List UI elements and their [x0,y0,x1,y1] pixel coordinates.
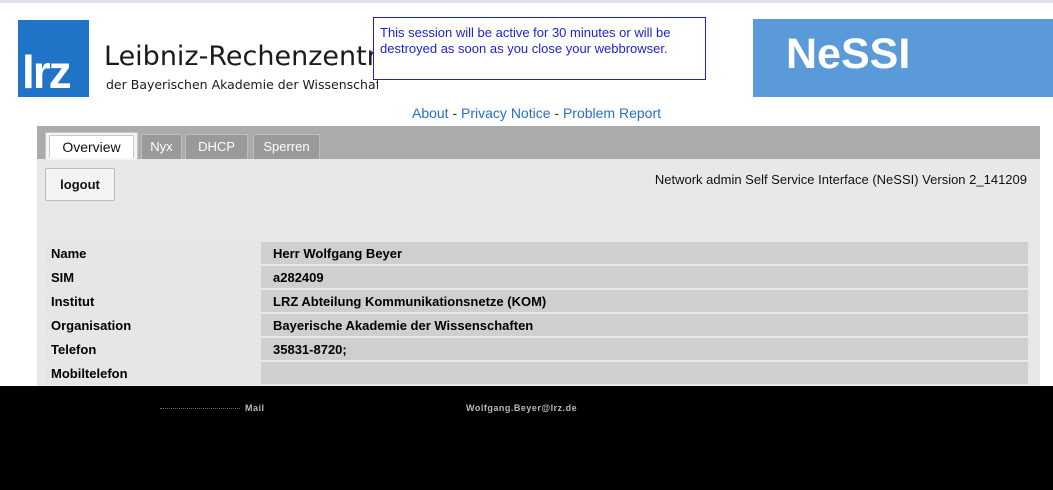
top-rule [0,0,1053,3]
tab-overview[interactable]: Overview [45,132,138,160]
lrz-logo-text: lrz [22,46,72,98]
privacy-notice-link[interactable]: Privacy Notice [461,105,550,121]
tab-overview-label: Overview [49,135,134,158]
occluded-dots [160,408,240,410]
field-value: 35831-8720; [261,338,1028,360]
field-value [261,362,1028,384]
table-row: Mobiltelefon [45,362,1028,384]
problem-report-link[interactable]: Problem Report [563,105,661,121]
nessi-banner: NeSSI [753,19,1053,97]
logout-button[interactable]: logout [45,168,115,201]
field-label: Institut [45,290,261,312]
field-label: Mobiltelefon [45,362,261,384]
version-text: Network admin Self Service Interface (Ne… [654,172,1027,187]
tab-bar: Overview Nyx DHCP Sperren [37,126,1040,160]
org-name: Leibniz-Rechenzentrum [104,43,376,70]
lrz-logo: lrz [18,20,89,97]
profile-table: Name Herr Wolfgang Beyer SIM a282409 Ins… [45,240,1028,386]
table-row: Organisation Bayerische Akademie der Wis… [45,314,1028,336]
field-value: Bayerische Akademie der Wissenschaften [261,314,1028,336]
product-name: NeSSI [786,30,911,78]
black-occlusion-band: Mail Wolfgang.Beyer@lrz.de [0,386,1053,490]
field-value: LRZ Abteilung Kommunikationsnetze (KOM) [261,290,1028,312]
table-row: Telefon 35831-8720; [45,338,1028,360]
field-label: Telefon [45,338,261,360]
link-separator: - [452,105,458,121]
link-separator: - [554,105,560,121]
tab-dhcp[interactable]: DHCP [185,134,248,159]
table-row: SIM a282409 [45,266,1028,288]
about-link[interactable]: About [412,105,449,121]
field-value: a282409 [261,266,1028,288]
table-row: Institut LRZ Abteilung Kommunikationsnet… [45,290,1028,312]
header-links: About - Privacy Notice - Problem Report [0,105,1053,121]
field-label: Name [45,242,261,264]
occluded-mail-value: Wolfgang.Beyer@lrz.de [466,403,578,413]
field-label: Organisation [45,314,261,336]
field-label: SIM [45,266,261,288]
org-subtitle: der Bayerischen Akademie der Wissenschaf… [106,77,378,92]
tab-sperren[interactable]: Sperren [253,134,320,159]
table-row: Name Herr Wolfgang Beyer [45,242,1028,264]
occluded-mail-label: Mail [245,403,265,413]
tab-nyx[interactable]: Nyx [141,134,182,159]
session-notice: This session will be active for 30 minut… [373,17,706,80]
field-value: Herr Wolfgang Beyer [261,242,1028,264]
